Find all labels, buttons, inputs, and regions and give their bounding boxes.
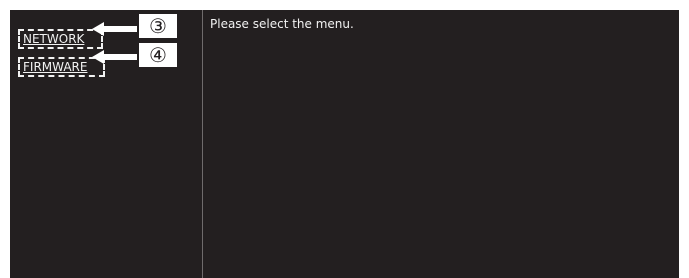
callout-arrow-firmware <box>92 50 137 64</box>
select-menu-prompt: Please select the menu. <box>210 17 354 31</box>
callout-marker-4: ④ <box>138 42 178 68</box>
content-pane: Please select the menu. <box>203 10 679 278</box>
callout-arrow-network <box>92 22 137 36</box>
callout-marker-3: ③ <box>138 13 178 39</box>
